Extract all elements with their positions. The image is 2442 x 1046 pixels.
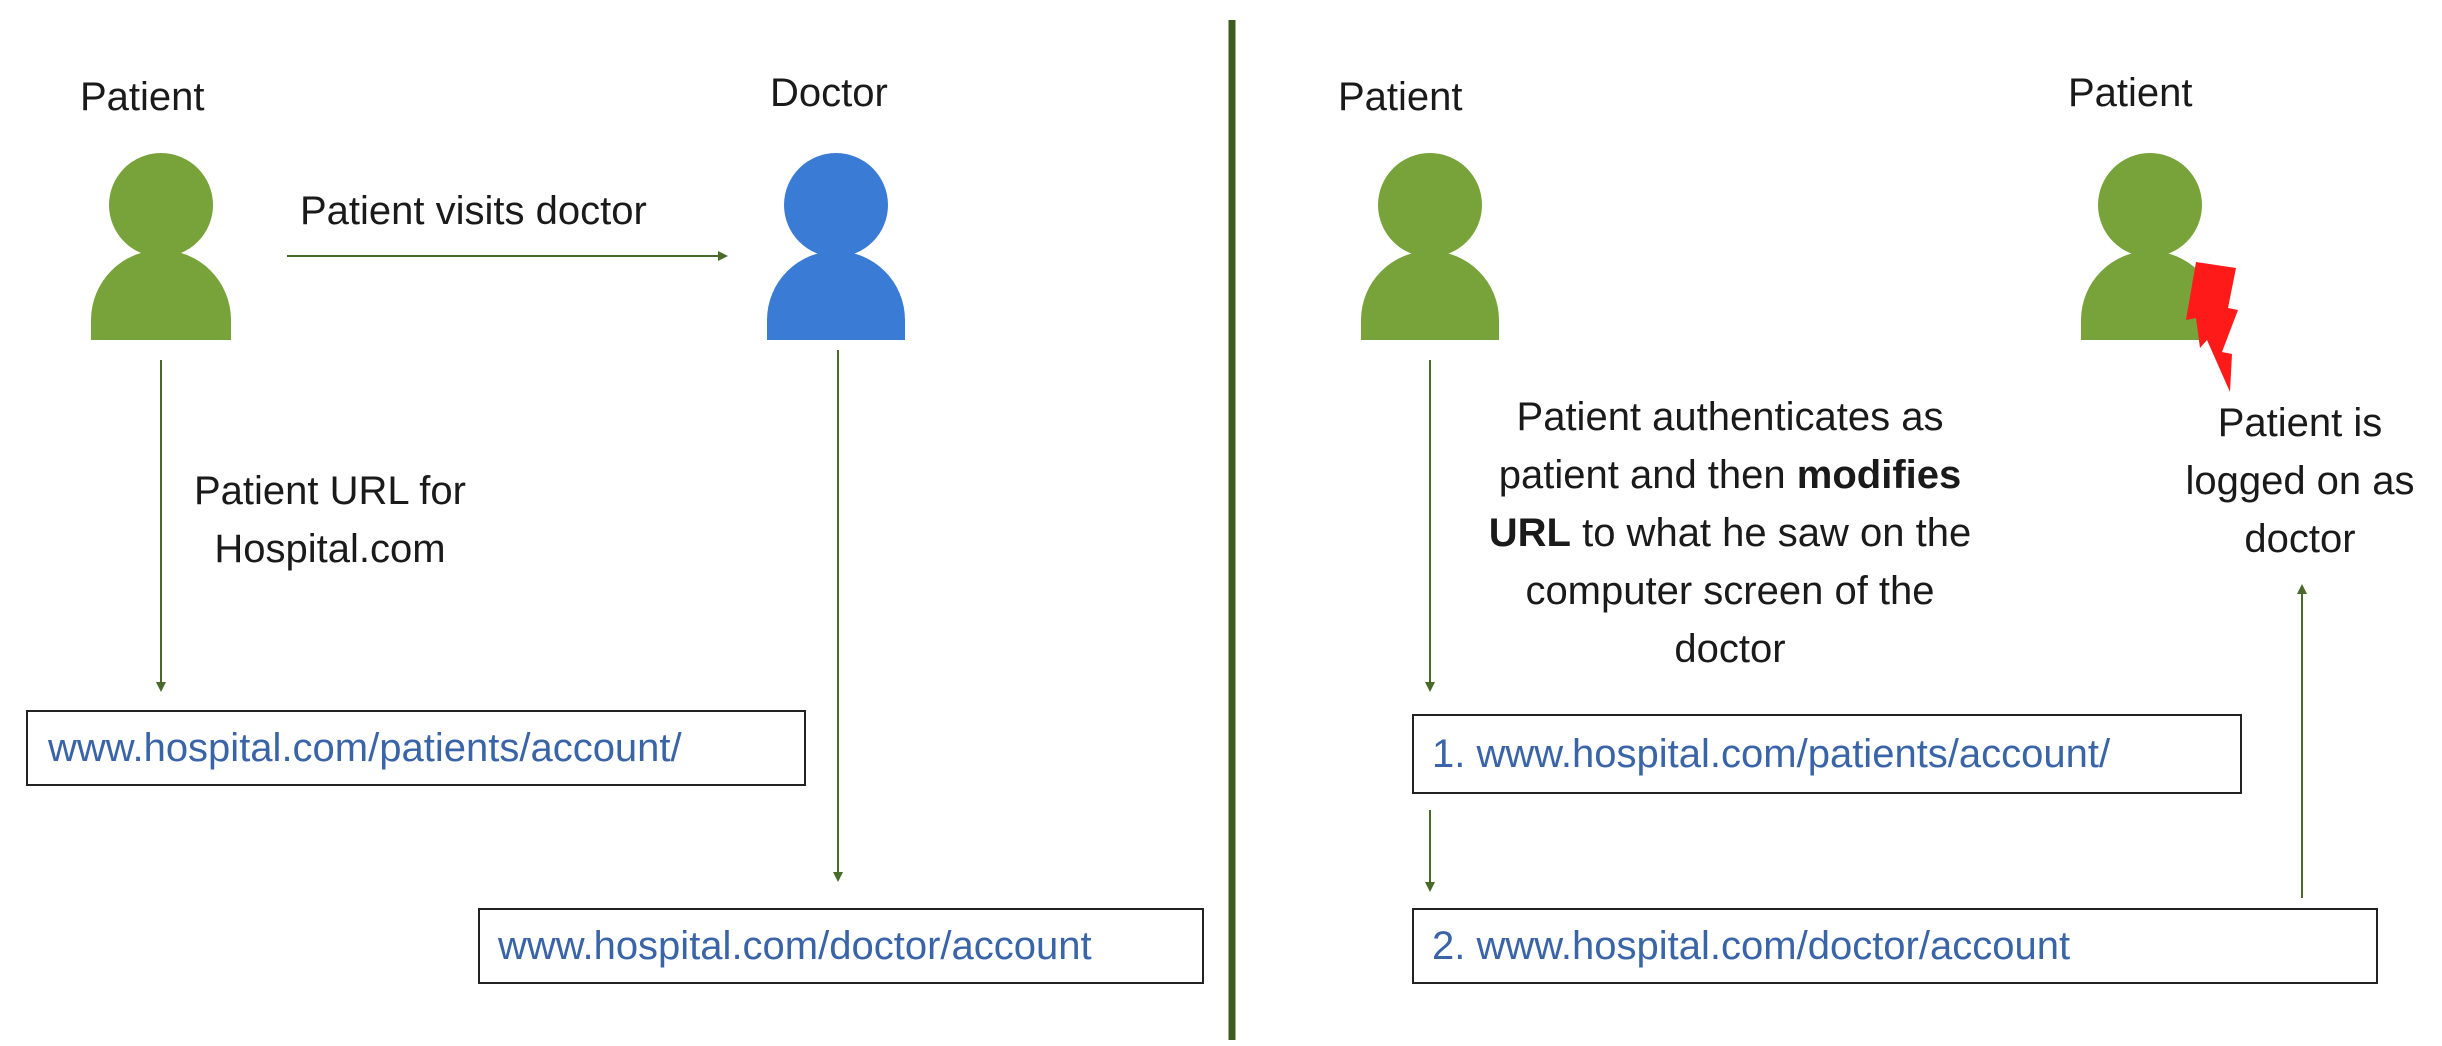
step1-url-box: 1. www.hospital.com/patients/account/ <box>1412 714 2242 794</box>
result-caption: Patient is logged on as doctor <box>2180 394 2420 568</box>
doctor-url-box: www.hospital.com/doctor/account <box>478 908 1204 984</box>
visit-label: Patient visits doctor <box>300 189 647 233</box>
doctor-label: Doctor <box>770 71 888 115</box>
doctor-person-icon <box>767 153 905 340</box>
attack-caption-line-4: computer screen of the <box>1525 569 1935 613</box>
step2-url-box: 2. www.hospital.com/doctor/account <box>1412 908 2378 984</box>
attack-caption-line-1: Patient authenticates as <box>1516 395 1944 439</box>
doctor-url-text: www.hospital.com/doctor/account <box>498 923 1092 968</box>
compromised-patient-label: Patient <box>2068 71 2193 115</box>
attack-caption-line-5: doctor <box>1674 627 1786 671</box>
right-patient-person-icon <box>1361 153 1499 340</box>
patient-url-box: www.hospital.com/patients/account/ <box>26 710 806 786</box>
left-patient-label: Patient <box>80 75 205 119</box>
patient-url-caption: Patient URL for Hospital.com <box>170 462 490 578</box>
result-caption-line-2: logged on as <box>2185 459 2415 503</box>
step2-url-text: 2. www.hospital.com/doctor/account <box>1432 923 2071 968</box>
left-patient-person-icon <box>91 153 231 340</box>
patient-url-caption-line-1: Patient URL for <box>194 469 466 513</box>
patient-url-caption-line-2: Hospital.com <box>214 527 446 571</box>
result-caption-line-3: doctor <box>2244 517 2356 561</box>
result-caption-line-1: Patient is <box>2217 401 2383 445</box>
patient-url-text: www.hospital.com/patients/account/ <box>48 725 682 770</box>
attack-caption-line-3: URL to what he saw on the <box>1488 511 1972 555</box>
attack-caption-line-2: patient and then modifies <box>1498 453 1962 497</box>
step1-url-text: 1. www.hospital.com/patients/account/ <box>1432 731 2111 776</box>
right-patient-label: Patient <box>1338 75 1463 119</box>
attack-caption: Patient authenticates as patient and the… <box>1450 388 2010 678</box>
